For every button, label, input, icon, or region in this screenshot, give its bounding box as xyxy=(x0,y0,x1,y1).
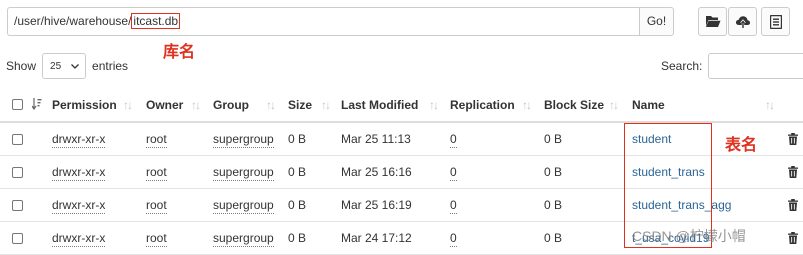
permission-cell[interactable]: drwxr-xr-x xyxy=(52,198,106,214)
size-cell: 0 B xyxy=(288,165,307,179)
group-cell[interactable]: supergroup xyxy=(213,165,274,181)
trash-icon[interactable] xyxy=(788,133,798,145)
block-size-cell: 0 B xyxy=(544,198,563,212)
size-cell: 0 B xyxy=(288,132,307,146)
search-label: Search: xyxy=(661,59,703,73)
replication-cell[interactable]: 0 xyxy=(450,198,457,214)
owner-cell[interactable]: root xyxy=(146,198,167,214)
size-cell: 0 B xyxy=(288,198,307,212)
path-input[interactable]: /user/hive/warehouse/itcast.db xyxy=(7,7,639,36)
sort-icon[interactable]: ↑↓ xyxy=(123,98,133,112)
owner-cell[interactable]: root xyxy=(146,132,167,148)
trash-icon[interactable] xyxy=(788,199,798,211)
sort-icon[interactable]: ↑↓ xyxy=(191,98,201,112)
sort-icon[interactable]: ↑↓ xyxy=(266,98,276,112)
row-checkbox[interactable] xyxy=(12,233,23,244)
path-prefix: /user/hive/warehouse/ xyxy=(14,14,132,28)
last-modified-cell: Mar 25 16:16 xyxy=(341,165,412,179)
upload-icon xyxy=(735,15,750,28)
go-button[interactable]: Go! xyxy=(639,7,674,36)
page-size-value: 25 xyxy=(50,60,62,72)
group-cell[interactable]: supergroup xyxy=(213,132,274,148)
column-header-owner[interactable]: Owner xyxy=(146,88,183,123)
permission-cell[interactable]: drwxr-xr-x xyxy=(52,231,106,247)
row-checkbox[interactable] xyxy=(12,167,23,178)
list-icon xyxy=(769,14,782,29)
size-cell: 0 B xyxy=(288,231,307,245)
group-cell[interactable]: supergroup xyxy=(213,198,274,214)
block-size-cell: 0 B xyxy=(544,165,563,179)
chevron-down-icon xyxy=(71,63,79,69)
last-modified-cell: Mar 25 16:19 xyxy=(341,198,412,212)
group-cell[interactable]: supergroup xyxy=(213,231,274,247)
replication-cell[interactable]: 0 xyxy=(450,231,457,247)
column-header-block-size[interactable]: Block Size xyxy=(544,88,604,123)
sort-icon[interactable]: ↑↓ xyxy=(765,98,775,112)
folder-open-icon xyxy=(705,16,720,27)
last-modified-cell: Mar 24 17:12 xyxy=(341,231,412,245)
permission-cell[interactable]: drwxr-xr-x xyxy=(52,165,106,181)
page-size-select[interactable]: 25 xyxy=(42,53,87,79)
table-header: Permission ↑↓ Owner ↑↓ Group ↑↓ Size ↑↓ … xyxy=(0,88,803,123)
trash-icon[interactable] xyxy=(788,166,798,178)
column-header-name[interactable]: Name xyxy=(632,88,665,123)
row-checkbox[interactable] xyxy=(12,200,23,211)
sort-icon[interactable]: ↑↓ xyxy=(321,98,331,112)
sort-icon[interactable]: ↑↓ xyxy=(522,98,532,112)
search-input[interactable] xyxy=(708,53,803,79)
replication-cell[interactable]: 0 xyxy=(450,165,457,181)
permission-cell[interactable]: drwxr-xr-x xyxy=(52,132,106,148)
sort-icon[interactable]: ↑↓ xyxy=(429,98,439,112)
entries-label: entries xyxy=(92,59,129,73)
column-header-size[interactable]: Size xyxy=(288,88,312,123)
column-header-permission[interactable]: Permission xyxy=(52,88,117,123)
create-directory-button[interactable] xyxy=(698,7,727,36)
owner-cell[interactable]: root xyxy=(146,231,167,247)
row-checkbox[interactable] xyxy=(12,134,23,145)
list-view-button[interactable] xyxy=(761,7,790,36)
trash-icon[interactable] xyxy=(788,232,798,244)
sort-icon[interactable]: ↑↓ xyxy=(609,98,619,112)
db-name-annotation: 库名 xyxy=(163,42,196,61)
show-label: Show xyxy=(6,59,37,73)
length-control: Show 25 entries xyxy=(6,53,128,79)
block-size-cell: 0 B xyxy=(544,231,563,245)
column-header-group[interactable]: Group xyxy=(213,88,249,123)
column-header-replication[interactable]: Replication xyxy=(450,88,515,123)
path-bar: /user/hive/warehouse/itcast.db Go! xyxy=(7,7,674,36)
block-size-cell: 0 B xyxy=(544,132,563,146)
column-header-last-modified[interactable]: Last Modified xyxy=(341,88,418,123)
sort-amount-icon[interactable] xyxy=(31,98,42,113)
path-db-highlight: itcast.db xyxy=(131,13,181,29)
owner-cell[interactable]: root xyxy=(146,165,167,181)
replication-cell[interactable]: 0 xyxy=(450,132,457,148)
last-modified-cell: Mar 25 11:13 xyxy=(341,132,411,146)
upload-button[interactable] xyxy=(728,7,757,36)
select-all-checkbox[interactable] xyxy=(12,99,23,110)
search-control: Search: xyxy=(661,53,803,79)
watermark: CSDN @柠檬小帽 xyxy=(632,228,746,244)
